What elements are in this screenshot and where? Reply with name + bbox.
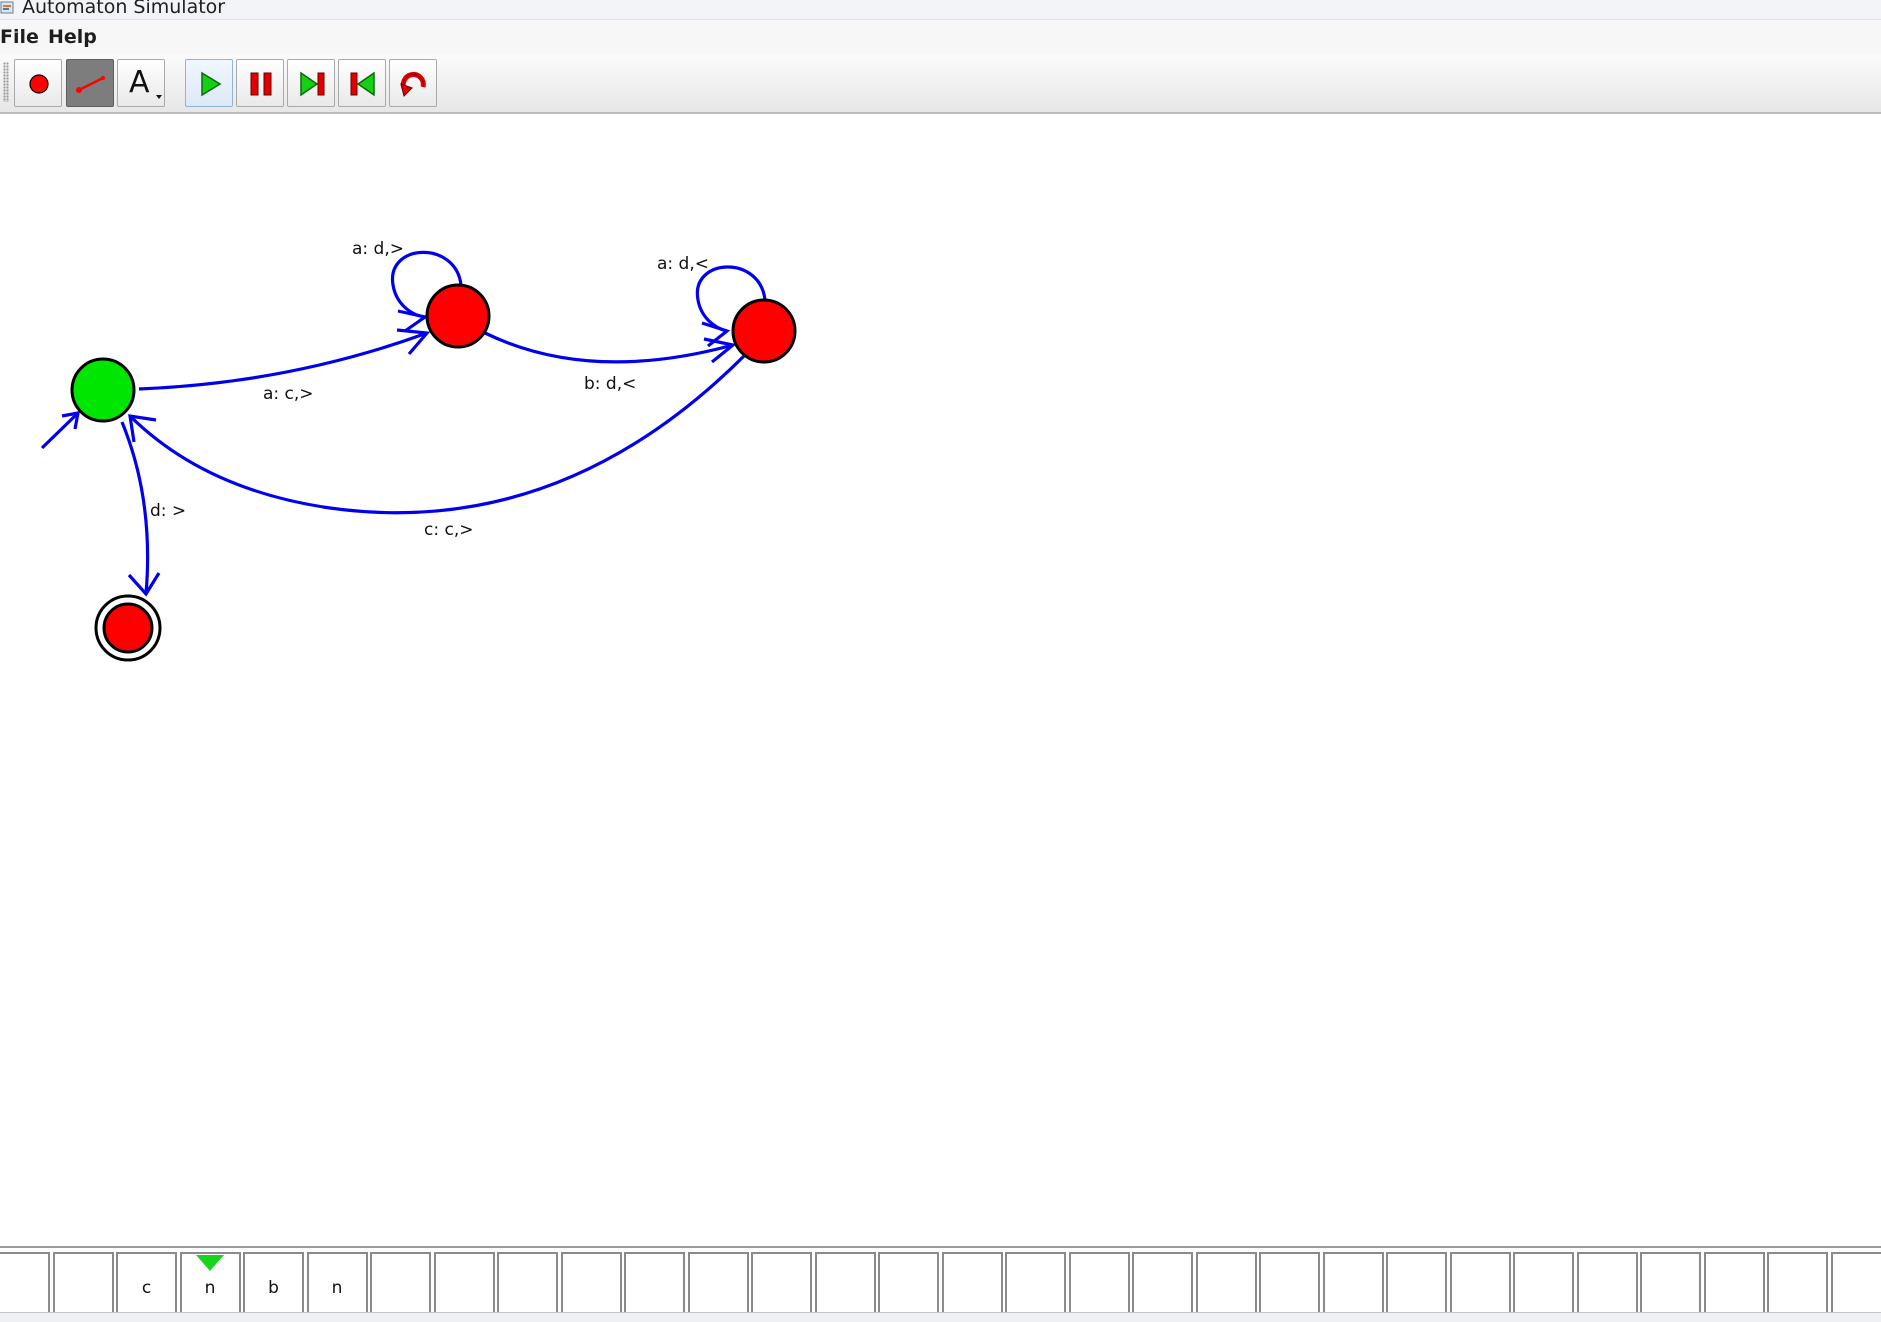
state-q3[interactable] bbox=[96, 596, 160, 660]
menu-file[interactable]: File bbox=[0, 26, 39, 48]
red-circle-icon bbox=[15, 60, 63, 108]
transition-q0-q1[interactable] bbox=[139, 333, 427, 389]
tape-cell[interactable]: n bbox=[180, 1252, 241, 1314]
tape-cell[interactable] bbox=[370, 1252, 431, 1314]
play-button[interactable] bbox=[185, 59, 233, 107]
tape-cell[interactable]: n bbox=[307, 1252, 368, 1314]
tape-cell[interactable] bbox=[1196, 1252, 1257, 1314]
tape-cell-symbol: n bbox=[182, 1278, 239, 1298]
initial-state-arrow bbox=[42, 413, 78, 448]
tape-cell[interactable] bbox=[1005, 1252, 1066, 1314]
add-transition-tool[interactable] bbox=[66, 59, 114, 107]
tape-cell[interactable] bbox=[1767, 1252, 1828, 1314]
tape-cell-symbol: n bbox=[309, 1278, 366, 1298]
tape-cell[interactable] bbox=[0, 1252, 50, 1314]
edge-label-q2-loop: a: d,< bbox=[657, 254, 709, 274]
title-bar: Automaton Simulator bbox=[0, 0, 1881, 20]
state-q1[interactable] bbox=[427, 285, 489, 347]
step-forward-icon bbox=[288, 60, 336, 108]
toolbar: A bbox=[0, 54, 1881, 114]
tape-cell[interactable] bbox=[53, 1252, 114, 1314]
reset-icon bbox=[390, 60, 438, 108]
tape-cell[interactable] bbox=[1132, 1252, 1193, 1314]
arrow-line-icon bbox=[67, 60, 115, 108]
pause-icon bbox=[237, 60, 285, 108]
tape-cell[interactable]: b bbox=[243, 1252, 304, 1314]
window-title: Automaton Simulator bbox=[22, 0, 225, 18]
tape-cell[interactable] bbox=[1386, 1252, 1447, 1314]
tape-cell[interactable] bbox=[942, 1252, 1003, 1314]
tape-cell[interactable] bbox=[434, 1252, 495, 1314]
tape-cell[interactable] bbox=[624, 1252, 685, 1314]
tape-cell-symbol: b bbox=[245, 1278, 302, 1298]
menu-bar: File Help bbox=[0, 20, 1881, 54]
edge-label-q0-q1: a: c,> bbox=[263, 384, 314, 404]
tape-head-marker bbox=[196, 1255, 224, 1271]
java-app-icon bbox=[0, 0, 16, 15]
play-icon bbox=[186, 60, 234, 108]
tape: cnbn bbox=[0, 1246, 1881, 1314]
menu-help[interactable]: Help bbox=[48, 26, 97, 48]
tape-cell[interactable] bbox=[878, 1252, 939, 1314]
tape-cell[interactable]: c bbox=[116, 1252, 177, 1314]
reset-button[interactable] bbox=[389, 59, 437, 107]
toolbar-grip-handle[interactable] bbox=[3, 62, 9, 102]
tape-cell[interactable] bbox=[561, 1252, 622, 1314]
tape-cell[interactable] bbox=[688, 1252, 749, 1314]
tape-cell[interactable] bbox=[1704, 1252, 1765, 1314]
tape-cell[interactable] bbox=[1831, 1252, 1881, 1314]
step-back-icon bbox=[339, 60, 387, 108]
tape-cell[interactable] bbox=[1069, 1252, 1130, 1314]
tape-cell-symbol: c bbox=[118, 1278, 175, 1298]
step-back-button[interactable] bbox=[338, 59, 386, 107]
edge-label-q1-loop: a: d,> bbox=[352, 239, 404, 259]
text-tool-label: A bbox=[129, 65, 150, 100]
edge-label-q1-q2: b: d,< bbox=[584, 374, 636, 394]
step-forward-button[interactable] bbox=[287, 59, 335, 107]
state-q0[interactable] bbox=[72, 359, 134, 421]
state-q2[interactable] bbox=[733, 300, 795, 362]
text-tool[interactable]: A bbox=[117, 59, 165, 107]
tape-cell[interactable] bbox=[815, 1252, 876, 1314]
add-state-tool[interactable] bbox=[14, 59, 62, 107]
tape-cell[interactable] bbox=[1323, 1252, 1384, 1314]
tape-cell[interactable] bbox=[751, 1252, 812, 1314]
tape-cell[interactable] bbox=[1450, 1252, 1511, 1314]
transition-q1-q2[interactable] bbox=[485, 333, 733, 362]
transition-q2-q0[interactable] bbox=[130, 355, 745, 513]
edge-label-q2-q0: c: c,> bbox=[424, 520, 473, 540]
automaton-canvas[interactable]: a: c,> a: d,> b: d,< a: d,< c: c,> d: > bbox=[0, 114, 1881, 1244]
edge-label-q0-q3: d: > bbox=[150, 501, 186, 521]
pause-button[interactable] bbox=[236, 59, 284, 107]
tape-cell[interactable] bbox=[1640, 1252, 1701, 1314]
tape-cell[interactable] bbox=[1513, 1252, 1574, 1314]
transition-q0-q3[interactable] bbox=[122, 422, 148, 594]
automaton-diagram: a: c,> a: d,> b: d,< a: d,< c: c,> d: > bbox=[0, 114, 1881, 1244]
tape-cell[interactable] bbox=[497, 1252, 558, 1314]
tape-cell[interactable] bbox=[1259, 1252, 1320, 1314]
tape-cell[interactable] bbox=[1577, 1252, 1638, 1314]
